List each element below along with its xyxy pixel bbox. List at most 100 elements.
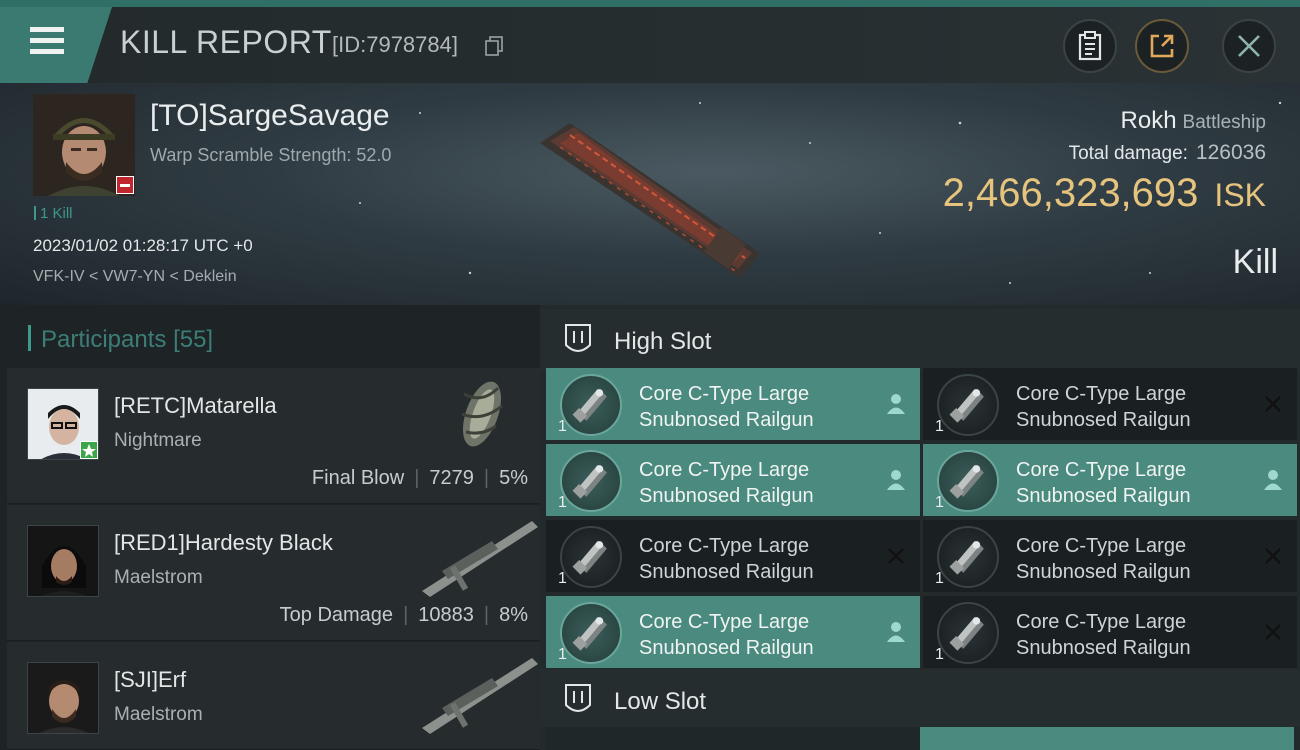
- participants-header: Participants [55]: [28, 325, 213, 354]
- low-slot-module[interactable]: [920, 727, 1294, 750]
- participant-damage: 7279: [429, 467, 474, 489]
- module-quantity: 1: [558, 570, 567, 587]
- destroyed-x-icon: [1263, 393, 1283, 415]
- module-name: Core C-Type Large Snubnosed Railgun: [1016, 383, 1191, 431]
- isk-value: 2,466,323,693: [942, 171, 1199, 215]
- participant-ship-image: [422, 658, 538, 734]
- railgun-icon: [560, 450, 622, 512]
- participant-percent: 8%: [499, 604, 528, 626]
- participant-ship-image: [422, 521, 538, 597]
- destroyed-x-icon: [886, 545, 906, 567]
- railgun-icon: [937, 374, 999, 436]
- share-icon: [1150, 34, 1174, 58]
- victim-ship-class: Battleship: [1182, 112, 1266, 133]
- participant-name[interactable]: [SJI]Erf: [114, 667, 186, 693]
- module-name: Core C-Type Large Snubnosed Railgun: [1016, 459, 1191, 507]
- victim-banner: [TO]SargeSavage Warp Scramble Strength: …: [0, 83, 1300, 305]
- participant-role: Top Damage: [279, 604, 394, 626]
- high-slot-module[interactable]: 1 Core C-Type Large Snubnosed Railgun: [923, 596, 1297, 668]
- close-button[interactable]: [1222, 19, 1276, 73]
- participant-ship: Maelstrom: [114, 704, 203, 725]
- top-accent-strip: [0, 0, 1300, 7]
- module-quantity: 1: [935, 570, 944, 587]
- participant-name[interactable]: [RETC]Matarella: [114, 393, 277, 419]
- victim-ship-image: [540, 123, 760, 278]
- module-quantity: 1: [935, 646, 944, 663]
- high-slot-module[interactable]: 1 Core C-Type Large Snubnosed Railgun: [923, 368, 1297, 440]
- kill-count: 1 Kill: [34, 205, 73, 222]
- participant-name[interactable]: [RED1]Hardesty Black: [114, 530, 333, 556]
- module-name: Core C-Type Large Snubnosed Railgun: [639, 535, 814, 583]
- railgun-icon: [937, 450, 999, 512]
- high-slot-module[interactable]: 1 Core C-Type Large Snubnosed Railgun: [546, 520, 920, 592]
- dropped-person-icon: [886, 393, 906, 415]
- close-icon: [1238, 35, 1260, 57]
- kill-id: [ID:7978784]: [332, 32, 458, 57]
- railgun-icon: [560, 374, 622, 436]
- copy-icon[interactable]: [485, 36, 503, 56]
- module-name: Core C-Type Large Snubnosed Railgun: [639, 383, 814, 431]
- kill-location[interactable]: VFK-IV < VW7-YN < Deklein: [33, 268, 237, 286]
- participant-stats: Top Damage | 10883 | 8%: [279, 604, 528, 626]
- kill-datetime: 2023/01/02 01:28:17 UTC +0: [33, 236, 253, 255]
- module-name: Core C-Type Large Snubnosed Railgun: [1016, 535, 1191, 583]
- clipboard-icon: [1078, 31, 1102, 61]
- window-header: KILL REPORT [ID:7978784]: [0, 7, 1300, 83]
- participants-panel: Participants [55] [RETC]Matarella Nightm…: [0, 305, 540, 750]
- low-slot-icon: [565, 684, 591, 712]
- participant-ship-image: [461, 381, 503, 447]
- module-quantity: 1: [558, 646, 567, 663]
- destroyed-x-icon: [1263, 545, 1283, 567]
- fitting-panel: High Slot 1 Core C-Type Large Snubnosed Ra…: [540, 305, 1300, 750]
- isk-unit: ISK: [1214, 177, 1266, 213]
- high-slot-module[interactable]: 1 Core C-Type Large Snubnosed Railgun: [546, 444, 920, 516]
- dropped-person-icon: [886, 469, 906, 491]
- module-quantity: 1: [935, 418, 944, 435]
- module-quantity: 1: [558, 494, 567, 511]
- participant-avatar: [27, 662, 99, 734]
- total-damage-value: 126036: [1195, 141, 1266, 164]
- high-slot-icon: [565, 324, 591, 352]
- participant-damage: 10883: [418, 604, 474, 626]
- destroyed-x-icon: [1263, 621, 1283, 643]
- standing-badge: [80, 441, 98, 459]
- victim-ship-line: Rokh Battleship: [1121, 107, 1266, 135]
- participant-stats: Final Blow | 7279 | 5%: [311, 467, 528, 489]
- participant-percent: 5%: [499, 467, 528, 489]
- dropped-person-icon: [886, 621, 906, 643]
- security-status-badge: [116, 176, 134, 194]
- kill-result: Kill: [1232, 243, 1278, 281]
- share-button[interactable]: [1135, 19, 1189, 73]
- participant-role: Final Blow: [311, 467, 405, 489]
- railgun-icon: [560, 526, 622, 588]
- warp-scramble-strength: Warp Scramble Strength: 52.0: [150, 145, 392, 165]
- participant-ship: Maelstrom: [114, 567, 203, 588]
- high-slot-module[interactable]: 1 Core C-Type Large Snubnosed Railgun: [546, 368, 920, 440]
- participant-row[interactable]: [SJI]Erf Maelstrom: [7, 642, 540, 750]
- high-slot-label: High Slot: [614, 328, 712, 355]
- dropped-person-icon: [1263, 469, 1283, 491]
- module-name: Core C-Type Large Snubnosed Railgun: [639, 611, 814, 659]
- page-title: KILL REPORT: [120, 24, 332, 60]
- participant-row[interactable]: [RETC]Matarella Nightmare Final Blow | 727…: [7, 368, 540, 504]
- module-quantity: 1: [558, 418, 567, 435]
- total-damage-label: Total damage:: [1068, 143, 1188, 164]
- clipboard-button[interactable]: [1063, 19, 1117, 73]
- high-slot-module[interactable]: 1 Core C-Type Large Snubnosed Railgun: [923, 444, 1297, 516]
- menu-button[interactable]: [0, 7, 112, 83]
- menu-icon: [30, 27, 64, 60]
- low-slot-header: Low Slot: [540, 669, 1300, 727]
- module-name: Core C-Type Large Snubnosed Railgun: [639, 459, 814, 507]
- module-quantity: 1: [935, 494, 944, 511]
- railgun-icon: [937, 526, 999, 588]
- module-name: Core C-Type Large Snubnosed Railgun: [1016, 611, 1191, 659]
- victim-ship-name[interactable]: Rokh: [1121, 107, 1177, 134]
- high-slot-module[interactable]: 1 Core C-Type Large Snubnosed Railgun: [923, 520, 1297, 592]
- high-slot-header: High Slot: [540, 309, 1300, 371]
- railgun-icon: [560, 602, 622, 664]
- victim-name[interactable]: [TO]SargeSavage: [150, 99, 390, 133]
- low-slot-module[interactable]: [546, 727, 920, 750]
- low-slot-label: Low Slot: [614, 688, 707, 715]
- high-slot-module[interactable]: 1 Core C-Type Large Snubnosed Railgun: [546, 596, 920, 668]
- participant-row[interactable]: [RED1]Hardesty Black Maelstrom Top Damag…: [7, 505, 540, 641]
